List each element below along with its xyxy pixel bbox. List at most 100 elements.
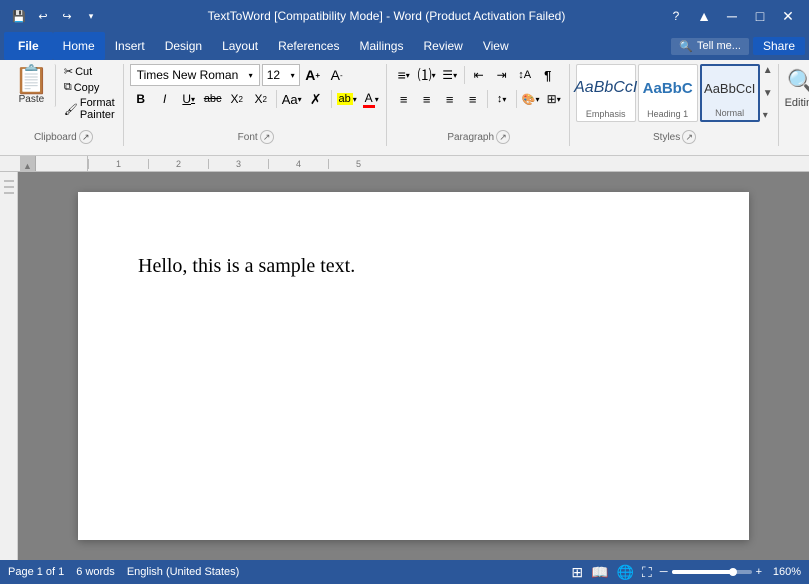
font-size-arrow: ▾	[291, 71, 295, 80]
decrease-indent-button[interactable]: ⇤	[468, 64, 490, 86]
increase-font-button[interactable]: A+	[302, 64, 324, 86]
ruler-left-indicator: ▲	[20, 156, 36, 171]
status-right: ⊞ 📖 🌐 ⛶ ─ + 160%	[571, 564, 801, 581]
menu-mailings[interactable]: Mailings	[349, 32, 413, 60]
line-spacing-button[interactable]: ↕▾	[491, 88, 513, 110]
document-content[interactable]: Hello, this is a sample text.	[138, 252, 689, 280]
italic-button[interactable]: I	[154, 88, 176, 110]
menu-file[interactable]: File	[4, 32, 53, 60]
font-divider2	[331, 90, 332, 108]
format-painter-label: Format Painter	[80, 97, 115, 121]
styles-expand-button[interactable]: ↗	[682, 130, 696, 144]
numbering-button[interactable]: ⑴▾	[416, 64, 438, 86]
para-divider1	[464, 66, 465, 84]
style-emphasis[interactable]: AaBbCcI Emphasis	[576, 64, 636, 122]
font-name-arrow: ▾	[249, 71, 253, 80]
font-expand-button[interactable]: ↗	[260, 130, 274, 144]
font-group-inner: Times New Roman ▾ 12 ▾ A+ A- B I	[130, 64, 382, 130]
web-layout-button[interactable]: 🌐	[617, 564, 634, 581]
menu-home[interactable]: Home	[53, 32, 105, 60]
font-controls: Times New Roman ▾ 12 ▾ A+ A- B I	[130, 64, 382, 110]
maximize-button[interactable]: □	[747, 3, 773, 29]
strikethrough-button[interactable]: abc	[202, 88, 224, 110]
font-color-button[interactable]: A ▾	[360, 88, 382, 110]
align-left-button[interactable]: ≡	[393, 88, 415, 110]
redo-qat-button[interactable]: ↪	[56, 5, 78, 27]
document-page[interactable]: Hello, this is a sample text.	[78, 192, 749, 540]
zoom-minus-button[interactable]: ─	[660, 566, 668, 578]
clipboard-label: Clipboard ↗	[4, 130, 123, 144]
font-name-dropdown[interactable]: Times New Roman ▾	[130, 64, 260, 86]
help-button[interactable]: ?	[663, 3, 689, 29]
qat-dropdown-button[interactable]: ▾	[80, 5, 102, 27]
subscript-button[interactable]: X2	[226, 88, 248, 110]
font-name-value: Times New Roman	[137, 68, 249, 82]
justify-button[interactable]: ≡	[462, 88, 484, 110]
paragraph-group-inner: ≡▾ ⑴▾ ☰▾ ⇤ ⇥ ↕A ¶ ≡ ≡ ≡ ≡	[393, 64, 565, 130]
shading-button[interactable]: 🎨▾	[520, 88, 542, 110]
paragraph-expand-button[interactable]: ↗	[496, 130, 510, 144]
minimize-button[interactable]: ─	[719, 3, 745, 29]
zoom-plus-button[interactable]: +	[756, 566, 762, 578]
font-size-dropdown[interactable]: 12 ▾	[262, 64, 300, 86]
style-normal[interactable]: AaBbCcI Normal	[700, 64, 760, 122]
word-count: 6 words	[76, 566, 115, 578]
menu-layout[interactable]: Layout	[212, 32, 268, 60]
format-painter-icon: 🖌	[64, 103, 78, 116]
cut-label: Cut	[75, 66, 92, 78]
bullets-button[interactable]: ≡▾	[393, 64, 415, 86]
style-emphasis-preview: AaBbCcI	[574, 67, 637, 109]
bold-button[interactable]: B	[130, 88, 152, 110]
styles-more[interactable]: ▾	[762, 109, 774, 122]
superscript-button[interactable]: X2	[250, 88, 272, 110]
zoom-slider[interactable]	[672, 570, 752, 574]
clipboard-small-buttons: ✂ Cut ⧉ Copy 🖌 Format Painter	[60, 64, 119, 122]
style-heading1[interactable]: AaBbC Heading 1	[638, 64, 698, 122]
share-button[interactable]: Share	[753, 37, 805, 55]
language-info: English (United States)	[127, 566, 240, 578]
borders-button[interactable]: ⊞▾	[543, 88, 565, 110]
menu-review[interactable]: Review	[413, 32, 472, 60]
sort-button[interactable]: ↕A	[514, 64, 536, 86]
copy-button[interactable]: ⧉ Copy	[60, 80, 119, 95]
editing-group: 🔍 Editing	[781, 64, 809, 146]
layout-view-button[interactable]: ⊞	[571, 564, 583, 581]
increase-indent-button[interactable]: ⇥	[491, 64, 513, 86]
show-hide-button[interactable]: ¶	[537, 64, 559, 86]
align-center-button[interactable]: ≡	[416, 88, 438, 110]
close-button[interactable]: ✕	[775, 3, 801, 29]
decrease-font-button[interactable]: A-	[326, 64, 348, 86]
menu-design[interactable]: Design	[155, 32, 212, 60]
focus-mode-button[interactable]: ⛶	[642, 564, 652, 581]
format-painter-button[interactable]: 🖌 Format Painter	[60, 96, 119, 122]
cut-button[interactable]: ✂ Cut	[60, 64, 119, 79]
ribbon: 📋 Paste ✂ Cut ⧉ Copy 🖌 Format Painter	[0, 60, 809, 156]
save-qat-button[interactable]: 💾	[8, 5, 30, 27]
read-mode-button[interactable]: 📖	[591, 564, 608, 581]
paste-label: Paste	[19, 94, 45, 105]
align-right-button[interactable]: ≡	[439, 88, 461, 110]
main-area: Hello, this is a sample text.	[0, 172, 809, 560]
cut-icon: ✂	[64, 65, 73, 78]
clear-formatting-button[interactable]: ✗	[305, 88, 327, 110]
paragraph-label: Paragraph ↗	[389, 130, 569, 144]
multilevel-list-button[interactable]: ☰▾	[439, 64, 461, 86]
menu-view[interactable]: View	[473, 32, 519, 60]
editing-controls: 🔍 Editing	[785, 64, 809, 113]
styles-scroll-down[interactable]: ▼	[762, 87, 774, 100]
style-emphasis-name: Emphasis	[586, 109, 626, 119]
underline-button[interactable]: U ▾	[178, 88, 200, 110]
document-area: Hello, this is a sample text.	[18, 172, 809, 560]
ribbon-collapse-button[interactable]: ▲	[691, 3, 717, 29]
clipboard-expand-button[interactable]: ↗	[79, 130, 93, 144]
menu-insert[interactable]: Insert	[105, 32, 155, 60]
font-label: Font ↗	[126, 130, 386, 144]
tell-me-search[interactable]: 🔍 Tell me...	[671, 38, 749, 55]
styles-scroll-up[interactable]: ▲	[762, 64, 774, 77]
window-controls: ? ▲ ─ □ ✕	[663, 3, 801, 29]
paste-button[interactable]: 📋 Paste	[8, 64, 56, 107]
change-case-button[interactable]: Aa▾	[281, 88, 303, 110]
undo-qat-button[interactable]: ↩	[32, 5, 54, 27]
text-highlight-button[interactable]: ab ▾	[336, 88, 358, 110]
menu-references[interactable]: References	[268, 32, 349, 60]
